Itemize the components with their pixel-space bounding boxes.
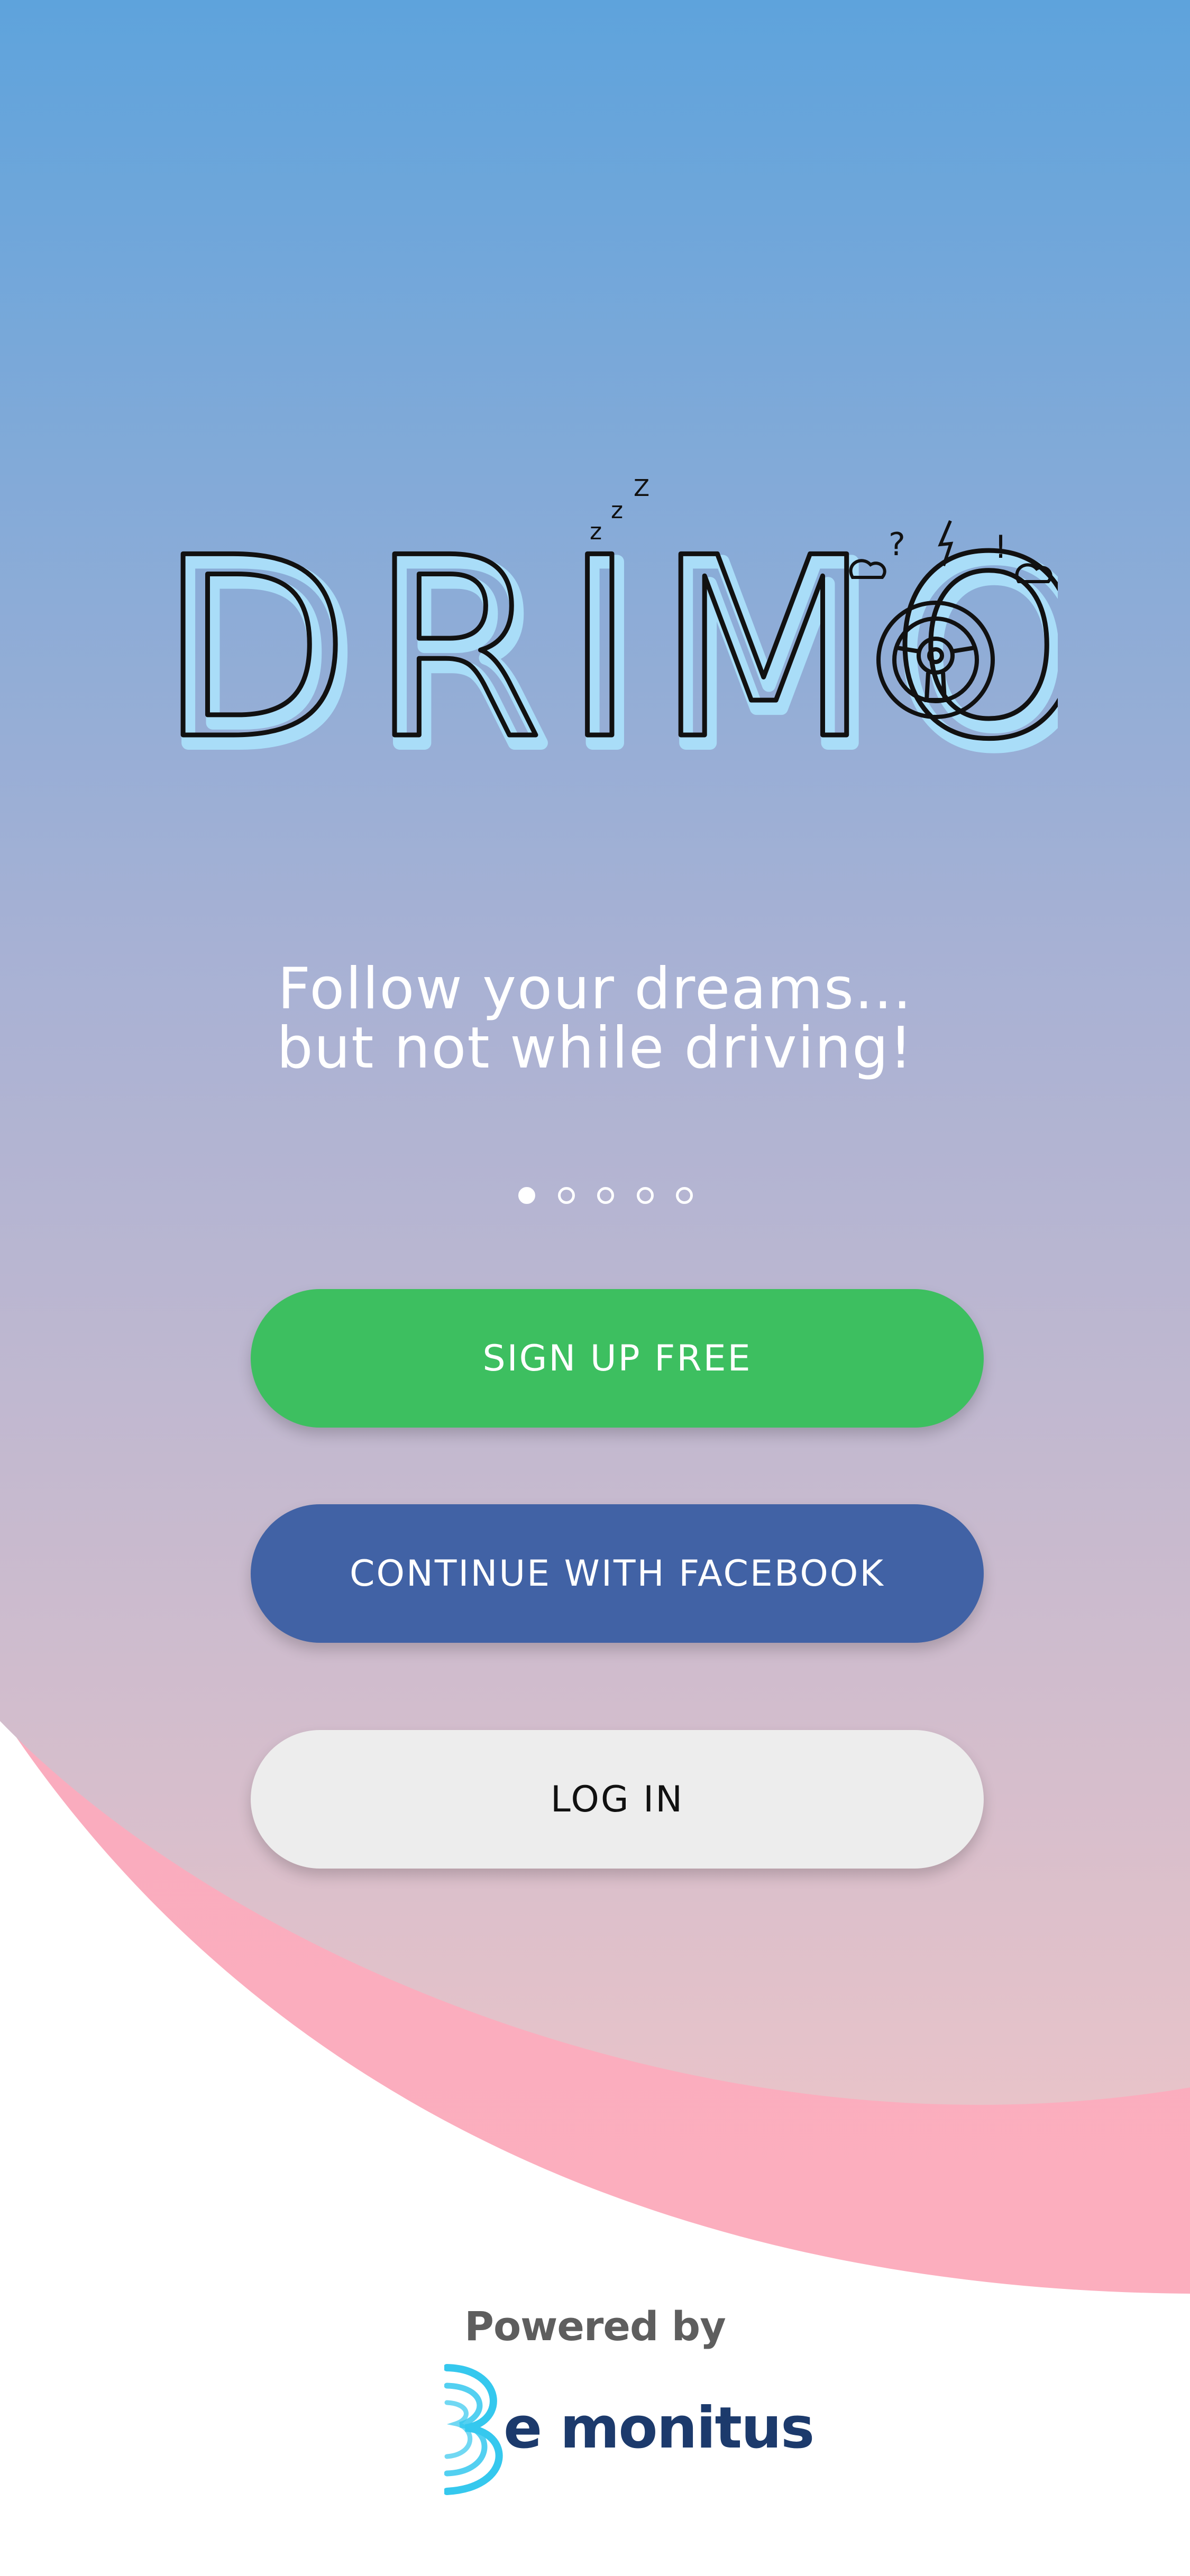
drimo-logo: DRIMO DRIMO z z Z ? ! bbox=[159, 475, 1058, 767]
svg-text:?: ? bbox=[889, 526, 905, 563]
svg-text:z: z bbox=[611, 497, 623, 524]
continue-with-facebook-button[interactable]: CONTINUE WITH FACEBOOK bbox=[251, 1504, 984, 1643]
sign-up-button[interactable]: SIGN UP FREE bbox=[251, 1289, 984, 1428]
be-monitus-wordmark: e monitus bbox=[504, 2395, 814, 2461]
log-in-button[interactable]: LOG IN bbox=[251, 1730, 984, 1869]
tagline-line-2: but not while driving! bbox=[277, 1015, 913, 1081]
tagline-line-1: Follow your dreams... bbox=[278, 956, 912, 1022]
page-dot-5[interactable] bbox=[676, 1187, 693, 1204]
tagline: Follow your dreams... but not while driv… bbox=[0, 960, 1190, 1078]
facebook-label: CONTINUE WITH FACEBOOK bbox=[350, 1552, 885, 1595]
page-dot-3[interactable] bbox=[597, 1187, 614, 1204]
powered-by-label: Powered by bbox=[464, 2303, 726, 2350]
svg-text:!: ! bbox=[994, 529, 1007, 566]
svg-text:Z: Z bbox=[634, 475, 649, 502]
sign-up-label: SIGN UP FREE bbox=[482, 1337, 752, 1379]
background-gradient bbox=[0, 0, 1190, 2576]
welcome-screen: DRIMO DRIMO z z Z ? ! Follow your dreams… bbox=[0, 0, 1190, 2576]
log-in-label: LOG IN bbox=[550, 1778, 684, 1820]
be-monitus-logo: e monitus bbox=[444, 2363, 814, 2496]
svg-text:z: z bbox=[590, 518, 602, 545]
carousel-page-indicator bbox=[518, 1184, 693, 1207]
logo-wordmark: DRIMO bbox=[159, 504, 1058, 767]
page-dot-2[interactable] bbox=[557, 1187, 575, 1204]
steering-wheel-icon bbox=[876, 601, 995, 719]
page-dot-4[interactable] bbox=[636, 1187, 654, 1204]
page-dot-1[interactable] bbox=[518, 1187, 535, 1204]
